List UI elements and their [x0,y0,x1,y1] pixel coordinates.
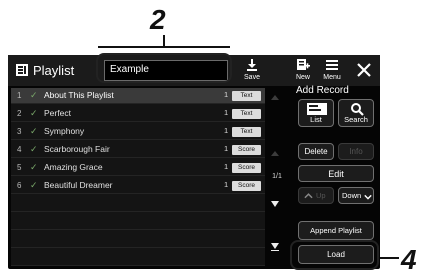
info-label: Info [349,147,363,156]
record-name: Amazing Grace [44,162,103,172]
info-button[interactable]: Info [338,143,374,160]
delete-label: Delete [304,147,328,156]
move-down-button[interactable]: Down [338,187,374,204]
new-button[interactable]: New [289,57,317,85]
record-name: Perfect [44,108,71,118]
record-name: Symphony [44,126,85,136]
page-down-icon[interactable] [271,201,279,207]
list-item[interactable]: 4 ✓ Scarborough Fair 1 Score [11,142,265,158]
record-count: 1 [224,180,229,189]
list-item[interactable]: 2 ✓ Perfect 1 Text [11,106,265,122]
menu-label: Menu [323,74,341,81]
list-label: List [310,115,322,124]
callout-4: 4 [401,244,417,273]
save-button[interactable]: Save [238,57,266,85]
page-indicator: 1/1 [272,173,282,180]
record-name: Scarborough Fair [44,144,110,154]
callout-2-leader-bar [98,46,230,48]
new-playlist-icon [297,59,310,70]
record-type-badge: Score [232,163,261,173]
check-icon[interactable]: ✓ [30,162,38,173]
playlist-icon [16,64,28,76]
append-playlist-button[interactable]: Append Playlist [298,221,374,240]
list-scrollbar: 1/1 [265,88,289,266]
record-name: About This Playlist [44,90,114,100]
record-number: 2 [17,109,22,118]
move-up-button[interactable]: Up [298,187,334,204]
list-item[interactable]: 1 ✓ About This Playlist 1 Text [11,88,265,104]
menu-icon [326,60,338,70]
record-count: 1 [224,162,229,171]
add-from-list-button[interactable]: List [298,99,334,127]
search-button[interactable]: Search [338,99,374,127]
empty-row[interactable] [11,232,265,248]
callout-4-leader [378,257,399,259]
record-type-badge: Text [232,109,261,119]
chevron-down-icon [364,194,372,200]
empty-row[interactable] [11,196,265,212]
edit-button[interactable]: Edit [298,165,374,182]
highlight-load-button [290,240,379,270]
record-type-badge: Score [232,145,261,155]
record-type-badge: Text [232,127,261,137]
scroll-bottom-bar [271,250,279,251]
search-label: Search [344,115,368,124]
scroll-top-icon[interactable] [271,95,279,100]
highlight-playlist-name [96,53,232,83]
empty-row[interactable] [11,250,265,266]
page-title: Playlist [33,63,75,78]
list-item[interactable]: 6 ✓ Beautiful Dreamer 1 Score [11,178,265,194]
check-icon[interactable]: ✓ [30,144,38,155]
playlist-screen: Playlist Example Save New Menu 1 ✓ About… [8,55,380,269]
record-number: 4 [17,145,22,154]
record-count: 1 [224,90,229,99]
new-label: New [295,74,310,81]
scroll-bottom-icon[interactable] [271,243,279,249]
delete-button[interactable]: Delete [298,143,334,160]
check-icon[interactable]: ✓ [30,126,38,137]
record-count: 1 [224,144,229,153]
edit-label: Edit [328,169,344,179]
record-number: 6 [17,181,22,190]
record-type-badge: Score [232,181,261,191]
up-label: Up [316,191,326,200]
record-count: 1 [224,126,229,135]
down-label: Down [342,191,362,200]
record-number: 5 [17,163,22,172]
list-icon [307,103,327,115]
check-icon[interactable]: ✓ [30,90,38,101]
add-record-heading: Add Record [296,85,349,96]
playlist-records-list: 1 ✓ About This Playlist 1 Text 2 ✓ Perfe… [11,88,265,266]
search-icon [351,103,364,116]
callout-2: 2 [150,4,166,35]
list-item[interactable]: 3 ✓ Symphony 1 Text [11,124,265,140]
record-number: 1 [17,91,22,100]
list-item[interactable]: 5 ✓ Amazing Grace 1 Score [11,160,265,176]
append-playlist-label: Append Playlist [310,226,362,235]
record-number: 3 [17,127,22,136]
chevron-up-icon [304,193,313,199]
page-up-icon[interactable] [271,151,279,156]
check-icon[interactable]: ✓ [30,180,38,191]
save-icon [247,59,257,71]
record-name: Beautiful Dreamer [44,180,113,190]
close-icon[interactable] [355,61,373,79]
record-count: 1 [224,108,229,117]
record-type-badge: Text [232,91,261,101]
save-label: Save [244,74,260,81]
check-icon[interactable]: ✓ [30,108,38,119]
menu-button[interactable]: Menu [318,57,346,85]
empty-row[interactable] [11,214,265,230]
